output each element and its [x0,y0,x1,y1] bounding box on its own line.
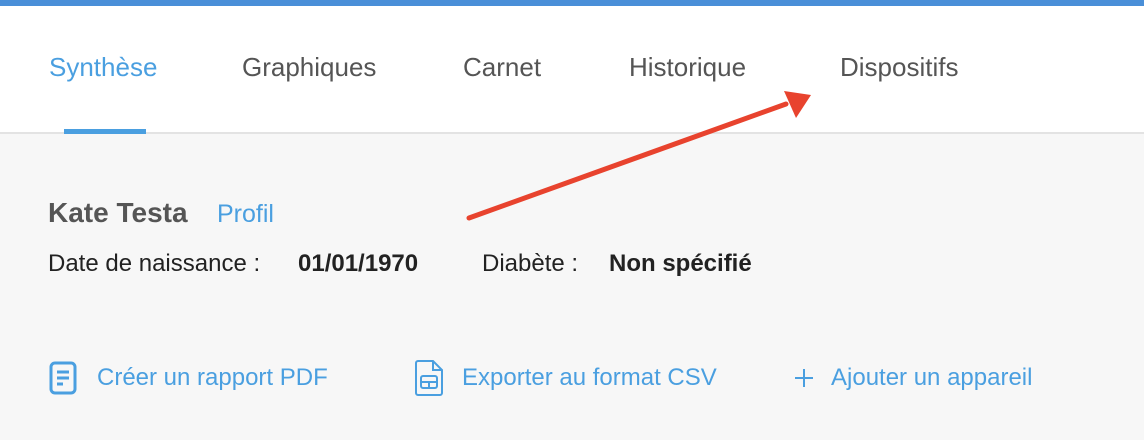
export-csv-button[interactable]: Exporter au format CSV [413,358,717,398]
plus-icon [793,367,815,389]
active-tab-indicator [64,129,146,134]
spreadsheet-file-icon [413,359,445,397]
add-device-label: Ajouter un appareil [831,364,1033,391]
tab-bar: Synthèse Graphiques Carnet Historique Di… [0,6,1144,134]
add-device-button[interactable]: Ajouter un appareil [793,358,1032,398]
create-pdf-report-label: Créer un rapport PDF [97,364,328,391]
tab-synthese[interactable]: Synthèse [49,52,157,83]
document-icon [48,360,78,396]
diabetes-value: Non spécifié [609,250,752,277]
export-csv-label: Exporter au format CSV [462,364,717,391]
profile-link[interactable]: Profil [217,200,274,229]
patient-name: Kate Testa [48,197,188,228]
tab-carnet[interactable]: Carnet [463,52,541,83]
tab-dispositifs[interactable]: Dispositifs [840,52,958,83]
diabetes-label: Diabète : [482,250,579,277]
birth-date-value: 01/01/1970 [298,250,419,277]
create-pdf-report-button[interactable]: Créer un rapport PDF [48,358,328,398]
tab-historique[interactable]: Historique [629,52,746,83]
birth-date-label: Date de naissance : [48,250,261,277]
tab-graphiques[interactable]: Graphiques [242,52,376,83]
